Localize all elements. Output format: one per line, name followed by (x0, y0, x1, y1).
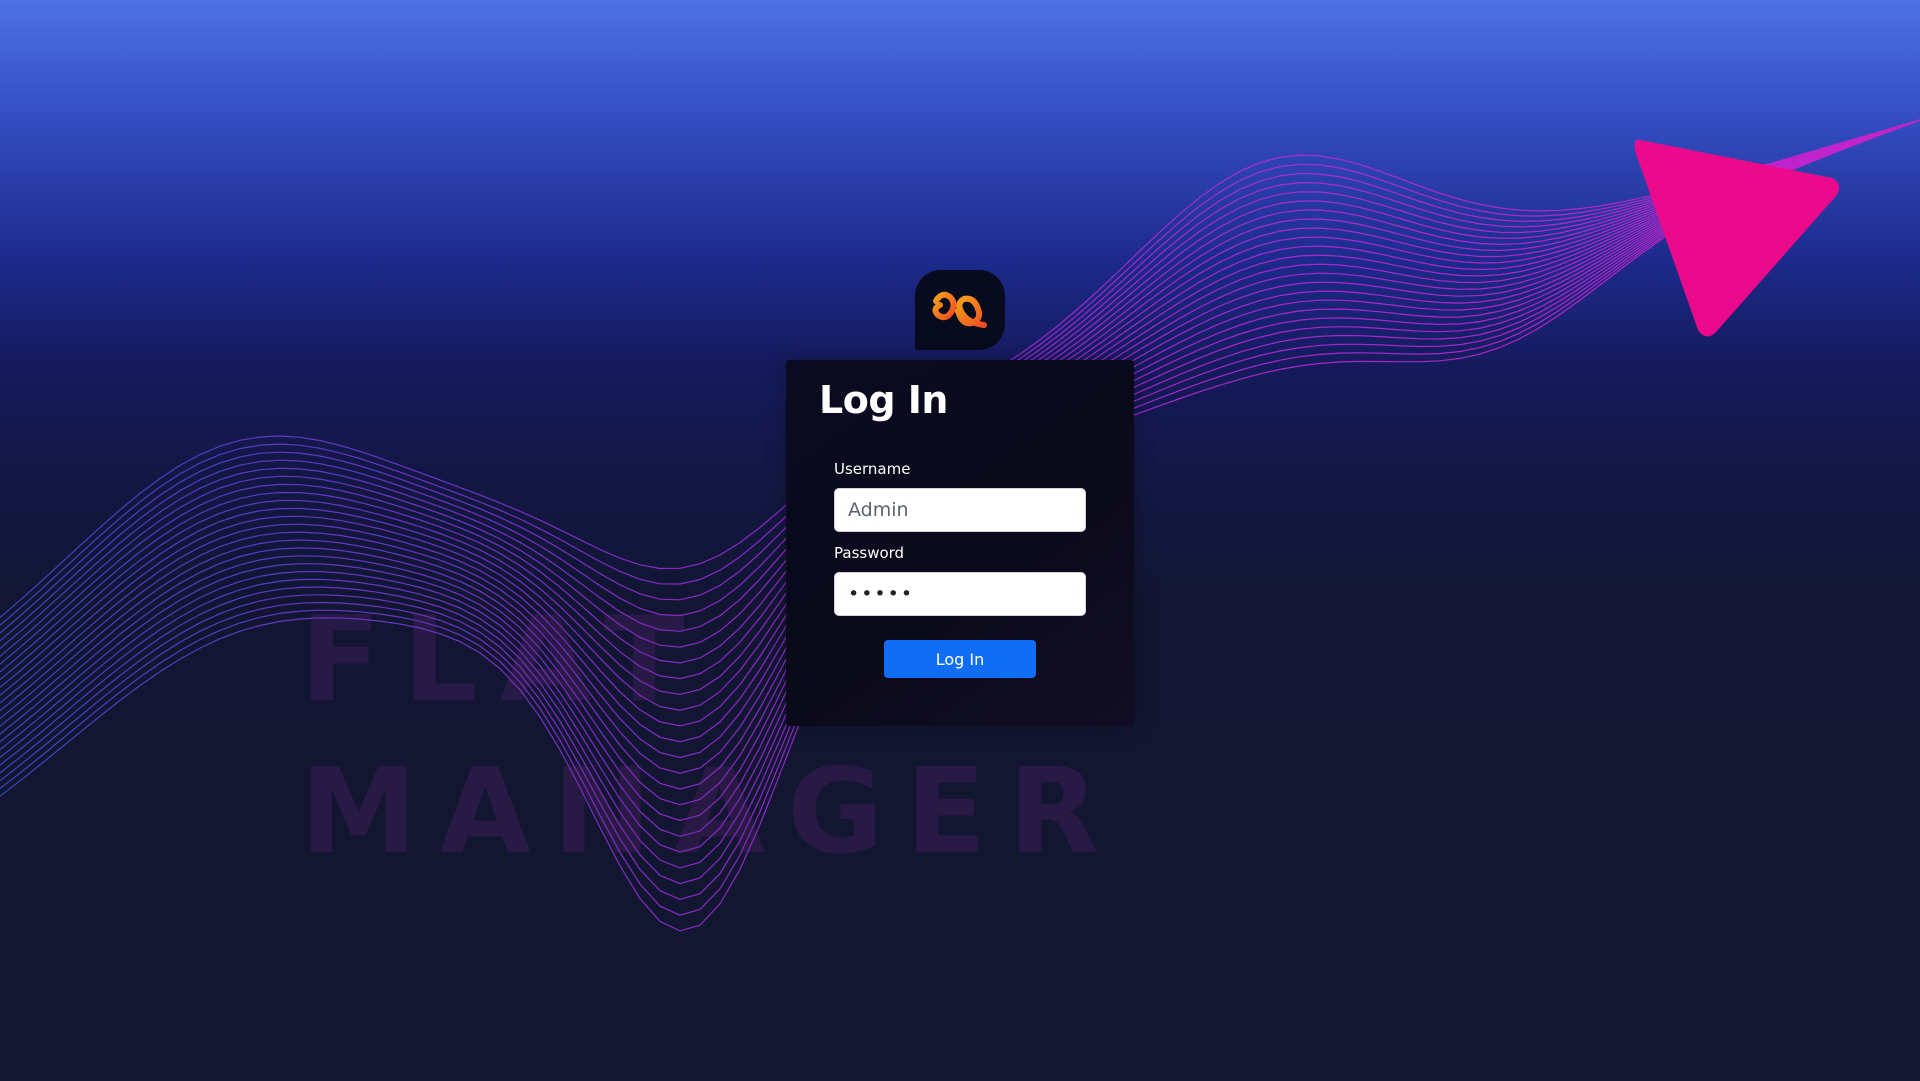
login-title: Log In (819, 378, 948, 422)
password-input[interactable] (834, 572, 1086, 616)
password-label: Password (834, 544, 905, 562)
username-input[interactable] (834, 488, 1086, 532)
app-logo (915, 270, 1005, 350)
login-form: Log In Username Password Log In (786, 360, 1134, 726)
app-logo-icon (932, 291, 987, 328)
login-button[interactable]: Log In (884, 640, 1036, 678)
username-label: Username (834, 460, 911, 478)
